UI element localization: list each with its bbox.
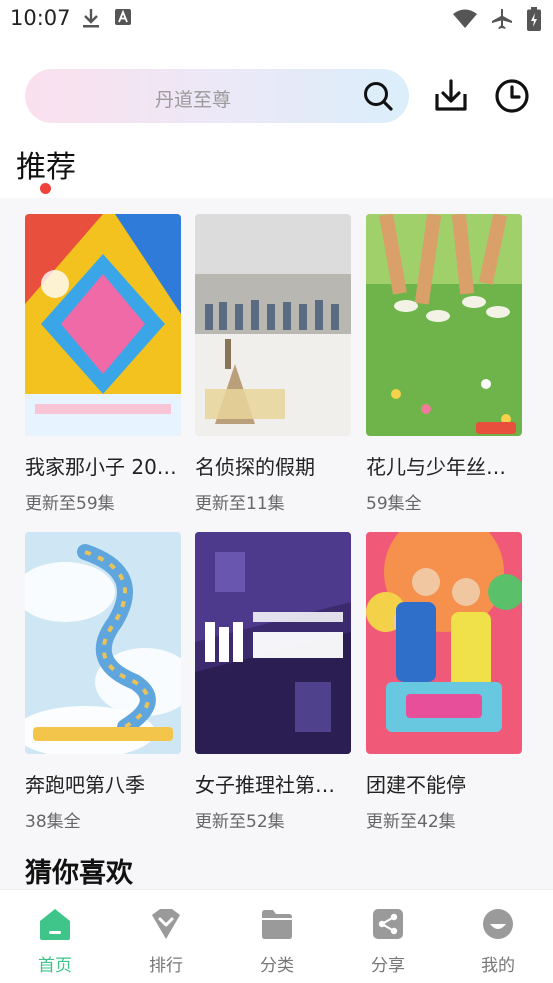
card-title: 我家那小子 20… (25, 455, 177, 479)
card-title: 团建不能停 (366, 773, 466, 797)
status-bar: 10:07 (0, 0, 553, 40)
folder-icon (262, 910, 292, 939)
card-title: 奔跑吧第八季 (25, 773, 145, 797)
card-subtitle: 更新至59集 (25, 494, 115, 514)
status-time: 10:07 (10, 6, 71, 30)
card-title: 名侦探的假期 (195, 455, 315, 479)
card-item[interactable]: 女子推理社第… 更新至52集 (195, 532, 351, 832)
card-item[interactable]: 团建不能停 更新至42集 (366, 532, 522, 832)
search-icon[interactable] (363, 81, 393, 111)
wifi-icon (453, 9, 477, 28)
poster-image[interactable] (366, 214, 522, 436)
download-icon[interactable] (433, 78, 469, 114)
profile-icon (483, 909, 513, 939)
section-indicator-dot (40, 183, 51, 194)
nav-label: 我的 (481, 956, 515, 976)
section-title-guess: 猜你喜欢 (25, 858, 133, 889)
card-subtitle: 59集全 (366, 494, 422, 514)
poster-image[interactable] (25, 532, 181, 754)
battery-icon (527, 7, 541, 31)
card-item[interactable]: 花儿与少年丝… 59集全 (366, 214, 522, 514)
search-placeholder: 丹道至尊 (154, 89, 231, 111)
history-icon[interactable] (494, 78, 530, 114)
home-icon (40, 909, 70, 940)
card-item[interactable]: 我家那小子 20… 更新至59集 (25, 214, 181, 514)
bottom-nav: 首页 排行 分类 分享 我的 (0, 889, 553, 983)
ranking-icon (152, 909, 180, 939)
nav-label: 排行 (149, 956, 183, 976)
poster-image[interactable] (195, 532, 351, 754)
card-subtitle: 更新至52集 (195, 812, 285, 832)
section-title-recommend: 推荐 (16, 150, 76, 185)
airplane-icon (492, 9, 512, 29)
card-item[interactable]: 奔跑吧第八季 38集全 (25, 532, 181, 832)
font-notification-icon (115, 9, 131, 25)
card-title: 花儿与少年丝… (366, 455, 506, 479)
poster-image[interactable] (366, 532, 522, 754)
nav-label: 分类 (260, 956, 294, 976)
card-subtitle: 更新至11集 (195, 494, 285, 514)
card-subtitle: 更新至42集 (366, 812, 456, 832)
card-title: 女子推理社第… (195, 773, 335, 797)
poster-image[interactable] (195, 214, 351, 436)
search-bar[interactable]: 丹道至尊 (25, 69, 409, 123)
poster-image[interactable] (25, 214, 181, 436)
nav-label: 分享 (371, 956, 405, 976)
download-notification-icon (83, 9, 99, 28)
share-icon (373, 909, 403, 939)
card-item[interactable]: 名侦探的假期 更新至11集 (195, 214, 351, 514)
card-subtitle: 38集全 (25, 812, 81, 832)
nav-label: 首页 (38, 956, 72, 976)
